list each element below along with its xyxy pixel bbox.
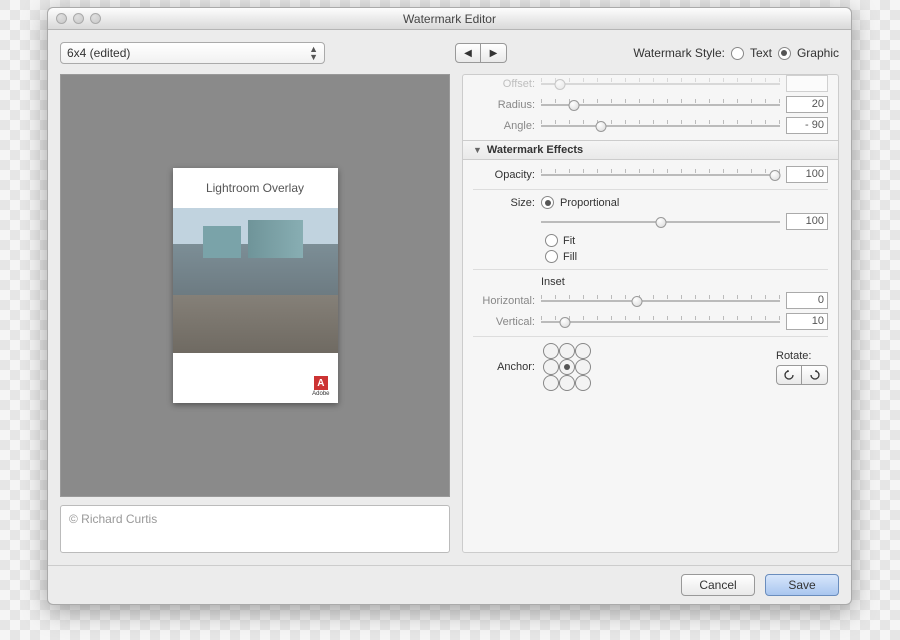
settings-panel[interactable]: Offset: Radius: 20 Angle: bbox=[462, 74, 839, 553]
preview-area: Lightroom Overlay A Adobe bbox=[60, 74, 450, 497]
preview-photo bbox=[173, 208, 338, 353]
save-button[interactable]: Save bbox=[765, 574, 839, 596]
size-fill-radio[interactable] bbox=[545, 250, 558, 263]
vertical-value[interactable]: 10 bbox=[786, 313, 828, 330]
size-fill-label: Fill bbox=[563, 251, 577, 263]
horizontal-label: Horizontal: bbox=[473, 295, 535, 307]
content: 6x4 (edited) ▲▼ ◀ ▶ Watermark Style: Tex… bbox=[48, 30, 851, 565]
rotate-ccw-icon bbox=[783, 370, 795, 380]
style-text-label: Text bbox=[750, 46, 772, 60]
radius-label: Radius: bbox=[473, 99, 535, 111]
divider bbox=[473, 189, 828, 190]
top-row: 6x4 (edited) ▲▼ ◀ ▶ Watermark Style: Tex… bbox=[60, 42, 839, 64]
vertical-label: Vertical: bbox=[473, 316, 535, 328]
preview-document: Lightroom Overlay A Adobe bbox=[173, 168, 338, 403]
copyright-field[interactable]: © Richard Curtis bbox=[60, 505, 450, 553]
copyright-text: © Richard Curtis bbox=[69, 512, 157, 526]
radius-row: Radius: 20 bbox=[473, 96, 828, 113]
window-title: Watermark Editor bbox=[48, 12, 851, 26]
size-slider[interactable] bbox=[541, 214, 780, 230]
chevron-down-icon: ▼ bbox=[473, 145, 482, 155]
style-text-radio[interactable] bbox=[731, 47, 744, 60]
preset-value: 6x4 (edited) bbox=[67, 46, 130, 60]
nav-prev-button[interactable]: ◀ bbox=[455, 43, 481, 63]
nav-buttons: ◀ ▶ bbox=[455, 43, 507, 63]
rotate-ccw-button[interactable] bbox=[776, 365, 802, 385]
effects-header[interactable]: ▼ Watermark Effects bbox=[463, 140, 838, 160]
main-row: Lightroom Overlay A Adobe © Richard Curt… bbox=[60, 74, 839, 553]
size-options: Fit Fill bbox=[545, 234, 828, 263]
offset-slider[interactable] bbox=[541, 76, 780, 92]
horizontal-value[interactable]: 0 bbox=[786, 292, 828, 309]
style-graphic-radio[interactable] bbox=[778, 47, 791, 60]
watermark-editor-window: Watermark Editor 6x4 (edited) ▲▼ ◀ ▶ Wat… bbox=[47, 7, 852, 605]
horizontal-row: Horizontal: 0 bbox=[473, 292, 828, 309]
divider bbox=[473, 336, 828, 337]
offset-value[interactable] bbox=[786, 75, 828, 92]
size-proportional-label: Proportional bbox=[560, 197, 619, 209]
angle-value[interactable]: - 90 bbox=[786, 117, 828, 134]
overlay-text: Lightroom Overlay bbox=[173, 168, 338, 208]
vertical-row: Vertical: 10 bbox=[473, 313, 828, 330]
preview-footer: A Adobe bbox=[173, 353, 338, 403]
size-proportional-radio[interactable] bbox=[541, 196, 554, 209]
offset-label: Offset: bbox=[473, 78, 535, 90]
style-label: Watermark Style: bbox=[633, 46, 725, 60]
left-column: Lightroom Overlay A Adobe © Richard Curt… bbox=[60, 74, 450, 553]
size-fit-label: Fit bbox=[563, 235, 575, 247]
angle-label: Angle: bbox=[473, 120, 535, 132]
anchor-grid[interactable] bbox=[543, 343, 591, 391]
horizontal-slider[interactable] bbox=[541, 293, 780, 309]
titlebar: Watermark Editor bbox=[48, 8, 851, 30]
opacity-row: Opacity: 100 bbox=[473, 166, 828, 183]
nav-next-button[interactable]: ▶ bbox=[481, 43, 507, 63]
size-slider-row: 100 bbox=[473, 213, 828, 230]
size-value[interactable]: 100 bbox=[786, 213, 828, 230]
preset-dropdown[interactable]: 6x4 (edited) ▲▼ bbox=[60, 42, 325, 64]
opacity-label: Opacity: bbox=[473, 169, 535, 181]
adobe-logo-icon: A bbox=[314, 376, 328, 390]
style-graphic-label: Graphic bbox=[797, 46, 839, 60]
rotate-label: Rotate: bbox=[776, 350, 828, 362]
inset-label: Inset bbox=[541, 276, 565, 288]
cancel-button[interactable]: Cancel bbox=[681, 574, 755, 596]
offset-row: Offset: bbox=[473, 75, 828, 92]
anchor-row: Anchor: Rotate: bbox=[473, 343, 828, 391]
divider bbox=[473, 269, 828, 270]
opacity-value[interactable]: 100 bbox=[786, 166, 828, 183]
radius-value[interactable]: 20 bbox=[786, 96, 828, 113]
updown-icon: ▲▼ bbox=[309, 45, 318, 61]
vertical-slider[interactable] bbox=[541, 314, 780, 330]
rotate-group: Rotate: bbox=[776, 350, 828, 385]
angle-slider[interactable] bbox=[541, 118, 780, 134]
adobe-logo: A Adobe bbox=[312, 376, 329, 397]
anchor-label: Anchor: bbox=[473, 361, 535, 373]
effects-title: Watermark Effects bbox=[487, 144, 583, 156]
adobe-logo-label: Adobe bbox=[312, 391, 329, 397]
size-fit-radio[interactable] bbox=[545, 234, 558, 247]
rotate-cw-button[interactable] bbox=[802, 365, 828, 385]
watermark-style-row: Watermark Style: Text Graphic bbox=[633, 46, 839, 60]
footer: Cancel Save bbox=[48, 565, 851, 604]
rotate-cw-icon bbox=[809, 370, 821, 380]
opacity-slider[interactable] bbox=[541, 167, 780, 183]
radius-slider[interactable] bbox=[541, 97, 780, 113]
size-label: Size: bbox=[473, 197, 535, 209]
anchor-center[interactable] bbox=[559, 359, 575, 375]
size-row: Size: Proportional bbox=[473, 196, 828, 209]
angle-row: Angle: - 90 bbox=[473, 117, 828, 134]
